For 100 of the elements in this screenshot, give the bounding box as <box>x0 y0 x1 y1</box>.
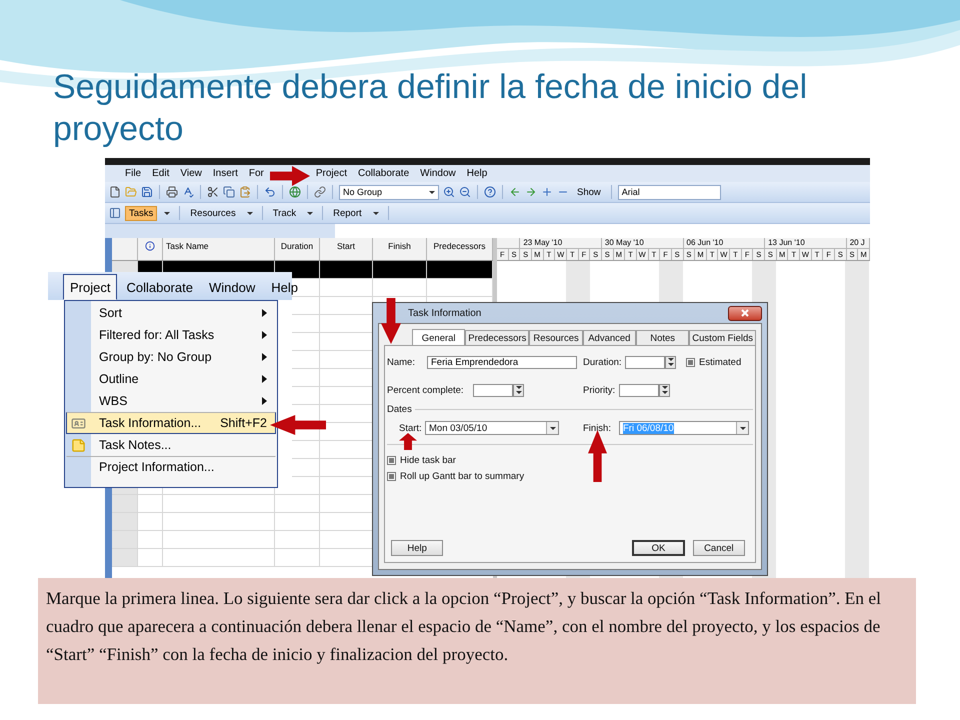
plus-icon[interactable] <box>541 186 553 198</box>
dialog-tab[interactable]: Notes <box>636 330 690 345</box>
week-header: 13 Jun '10 <box>765 238 847 249</box>
week-header: 20 J <box>846 238 870 249</box>
menu-option[interactable]: Filtered for: All Tasks <box>66 324 276 346</box>
column-header[interactable]: Finish <box>373 238 427 260</box>
menu-option[interactable]: Project Information... <box>66 456 276 478</box>
slide-title: Seguidamente debera definir la fecha de inicio del proyecto <box>53 67 808 150</box>
menu-item[interactable]: File <box>125 168 142 179</box>
note-icon <box>71 438 86 452</box>
menu-item[interactable]: Collaborate <box>119 274 200 300</box>
field-label: Finish: <box>583 422 612 434</box>
menu-item[interactable]: Project <box>63 274 118 300</box>
printer-icon[interactable] <box>166 186 178 198</box>
field-label: Percent complete: <box>387 384 465 396</box>
instruction-text: Marque la primera linea. Lo siguiente sera dar click a la opcion “Project”, y buscar la opción “Task Information”. En el cuadro que aparecera a continuación debera llenar el espacio de “Name”, con el nombre del proyecto, y los espacios de “Start” “Finish” con la fecha de inicio y finalizacion del proyecto. <box>38 578 916 704</box>
arrow-left-icon[interactable] <box>509 186 521 198</box>
caret-icon[interactable] <box>246 212 253 214</box>
link-icon[interactable] <box>314 186 326 198</box>
group-label: Dates <box>387 404 411 414</box>
zoom-out-icon[interactable] <box>459 186 471 198</box>
spinner-icon[interactable] <box>513 384 524 396</box>
menu-option[interactable]: Sort <box>66 302 276 324</box>
duration-field[interactable] <box>625 356 665 368</box>
info-icon <box>145 241 155 251</box>
menu-option[interactable]: Task Information... Shift+F2 <box>66 412 276 434</box>
submenu-arrow-icon <box>262 309 267 317</box>
checkbox-label: Roll up Gantt bar to summary <box>400 470 526 482</box>
spellcheck-icon[interactable] <box>182 186 194 198</box>
scissors-icon[interactable] <box>207 186 219 198</box>
spinner-icon[interactable] <box>665 356 676 368</box>
column-header[interactable]: Duration <box>275 238 320 260</box>
spinner-icon[interactable] <box>659 384 670 396</box>
caret-icon[interactable] <box>307 212 314 214</box>
menu-item[interactable]: Window <box>420 168 456 179</box>
menu-option[interactable]: WBS <box>66 390 276 412</box>
show-button[interactable]: Show <box>573 184 605 200</box>
pointer-arrow <box>588 430 607 482</box>
page-icon[interactable] <box>109 186 121 198</box>
submenu-arrow-icon <box>262 397 267 405</box>
close-button[interactable] <box>728 306 762 320</box>
menu-option[interactable]: Outline <box>66 368 276 390</box>
menu-item[interactable]: Insert <box>212 168 238 179</box>
menu-option[interactable]: Task Notes... <box>66 434 276 456</box>
dialog-button[interactable]: Cancel <box>692 540 745 556</box>
zoom-in-icon[interactable] <box>443 186 455 198</box>
menu-item[interactable]: Help <box>264 274 305 300</box>
checkbox[interactable] <box>387 456 396 464</box>
group-dropdown[interactable]: No Group <box>339 184 439 200</box>
dialog-tab[interactable]: Resources <box>529 330 583 345</box>
entry-field[interactable] <box>335 224 870 238</box>
column-header[interactable]: Task Name <box>163 238 275 260</box>
dialog-tab[interactable]: General <box>412 329 466 346</box>
menu-option[interactable]: Group by: No Group <box>66 346 276 368</box>
undo-icon[interactable] <box>264 186 276 198</box>
font-field[interactable]: Arial <box>618 184 721 200</box>
name-field[interactable]: Feria Emprendedora <box>427 356 577 368</box>
menu-item[interactable]: Help <box>466 168 488 179</box>
week-header <box>497 238 520 249</box>
percent-field[interactable] <box>473 384 513 396</box>
panel-icon[interactable] <box>109 207 121 219</box>
week-header: 30 May '10 <box>602 238 684 249</box>
pointer-arrow <box>399 433 417 450</box>
view-tab[interactable]: Report <box>329 206 366 220</box>
help-icon[interactable] <box>484 186 496 198</box>
menu-item[interactable]: Project <box>316 168 347 179</box>
dialog-button[interactable]: OK <box>632 540 685 556</box>
view-tab[interactable]: Track <box>268 206 300 220</box>
priority-field[interactable] <box>619 384 659 396</box>
pointer-arrow <box>270 415 326 435</box>
form-icon <box>71 416 86 430</box>
menu-item[interactable]: Edit <box>152 168 170 179</box>
save-icon[interactable] <box>141 186 153 198</box>
pointer-arrow <box>381 298 401 344</box>
arrow-right-icon[interactable] <box>525 186 537 198</box>
menu-item[interactable]: View <box>180 168 202 179</box>
dialog-button[interactable]: Help <box>391 540 444 556</box>
menu-item[interactable]: Window <box>202 274 262 300</box>
week-header: 06 Jun '10 <box>684 238 766 249</box>
menu-item[interactable]: For <box>248 168 264 179</box>
checkbox[interactable] <box>686 358 695 366</box>
start-date-field[interactable]: Mon 03/05/10 <box>425 421 559 435</box>
globe-icon[interactable] <box>289 186 301 198</box>
view-tab[interactable]: Resources <box>186 206 240 220</box>
column-header[interactable]: Start <box>320 238 373 260</box>
copy-icon[interactable] <box>223 186 235 198</box>
submenu-arrow-icon <box>262 353 267 361</box>
checkbox-label: Hide task bar <box>400 454 457 466</box>
submenu-arrow-icon <box>262 375 267 383</box>
view-tab[interactable]: Tasks <box>125 206 158 220</box>
dialog-tab[interactable]: Predecessors <box>465 330 530 345</box>
caret-icon[interactable] <box>164 212 170 214</box>
dialog-tab[interactable]: Advanced <box>582 330 636 345</box>
field-label: Start: <box>399 422 423 434</box>
menu-item[interactable]: Collaborate <box>358 168 410 179</box>
dialog-tab[interactable]: Custom Fields <box>689 330 756 345</box>
caret-icon[interactable] <box>372 212 379 214</box>
clipboard-icon[interactable] <box>239 186 251 198</box>
pointer-arrow <box>270 166 310 186</box>
checkbox[interactable] <box>387 472 396 480</box>
